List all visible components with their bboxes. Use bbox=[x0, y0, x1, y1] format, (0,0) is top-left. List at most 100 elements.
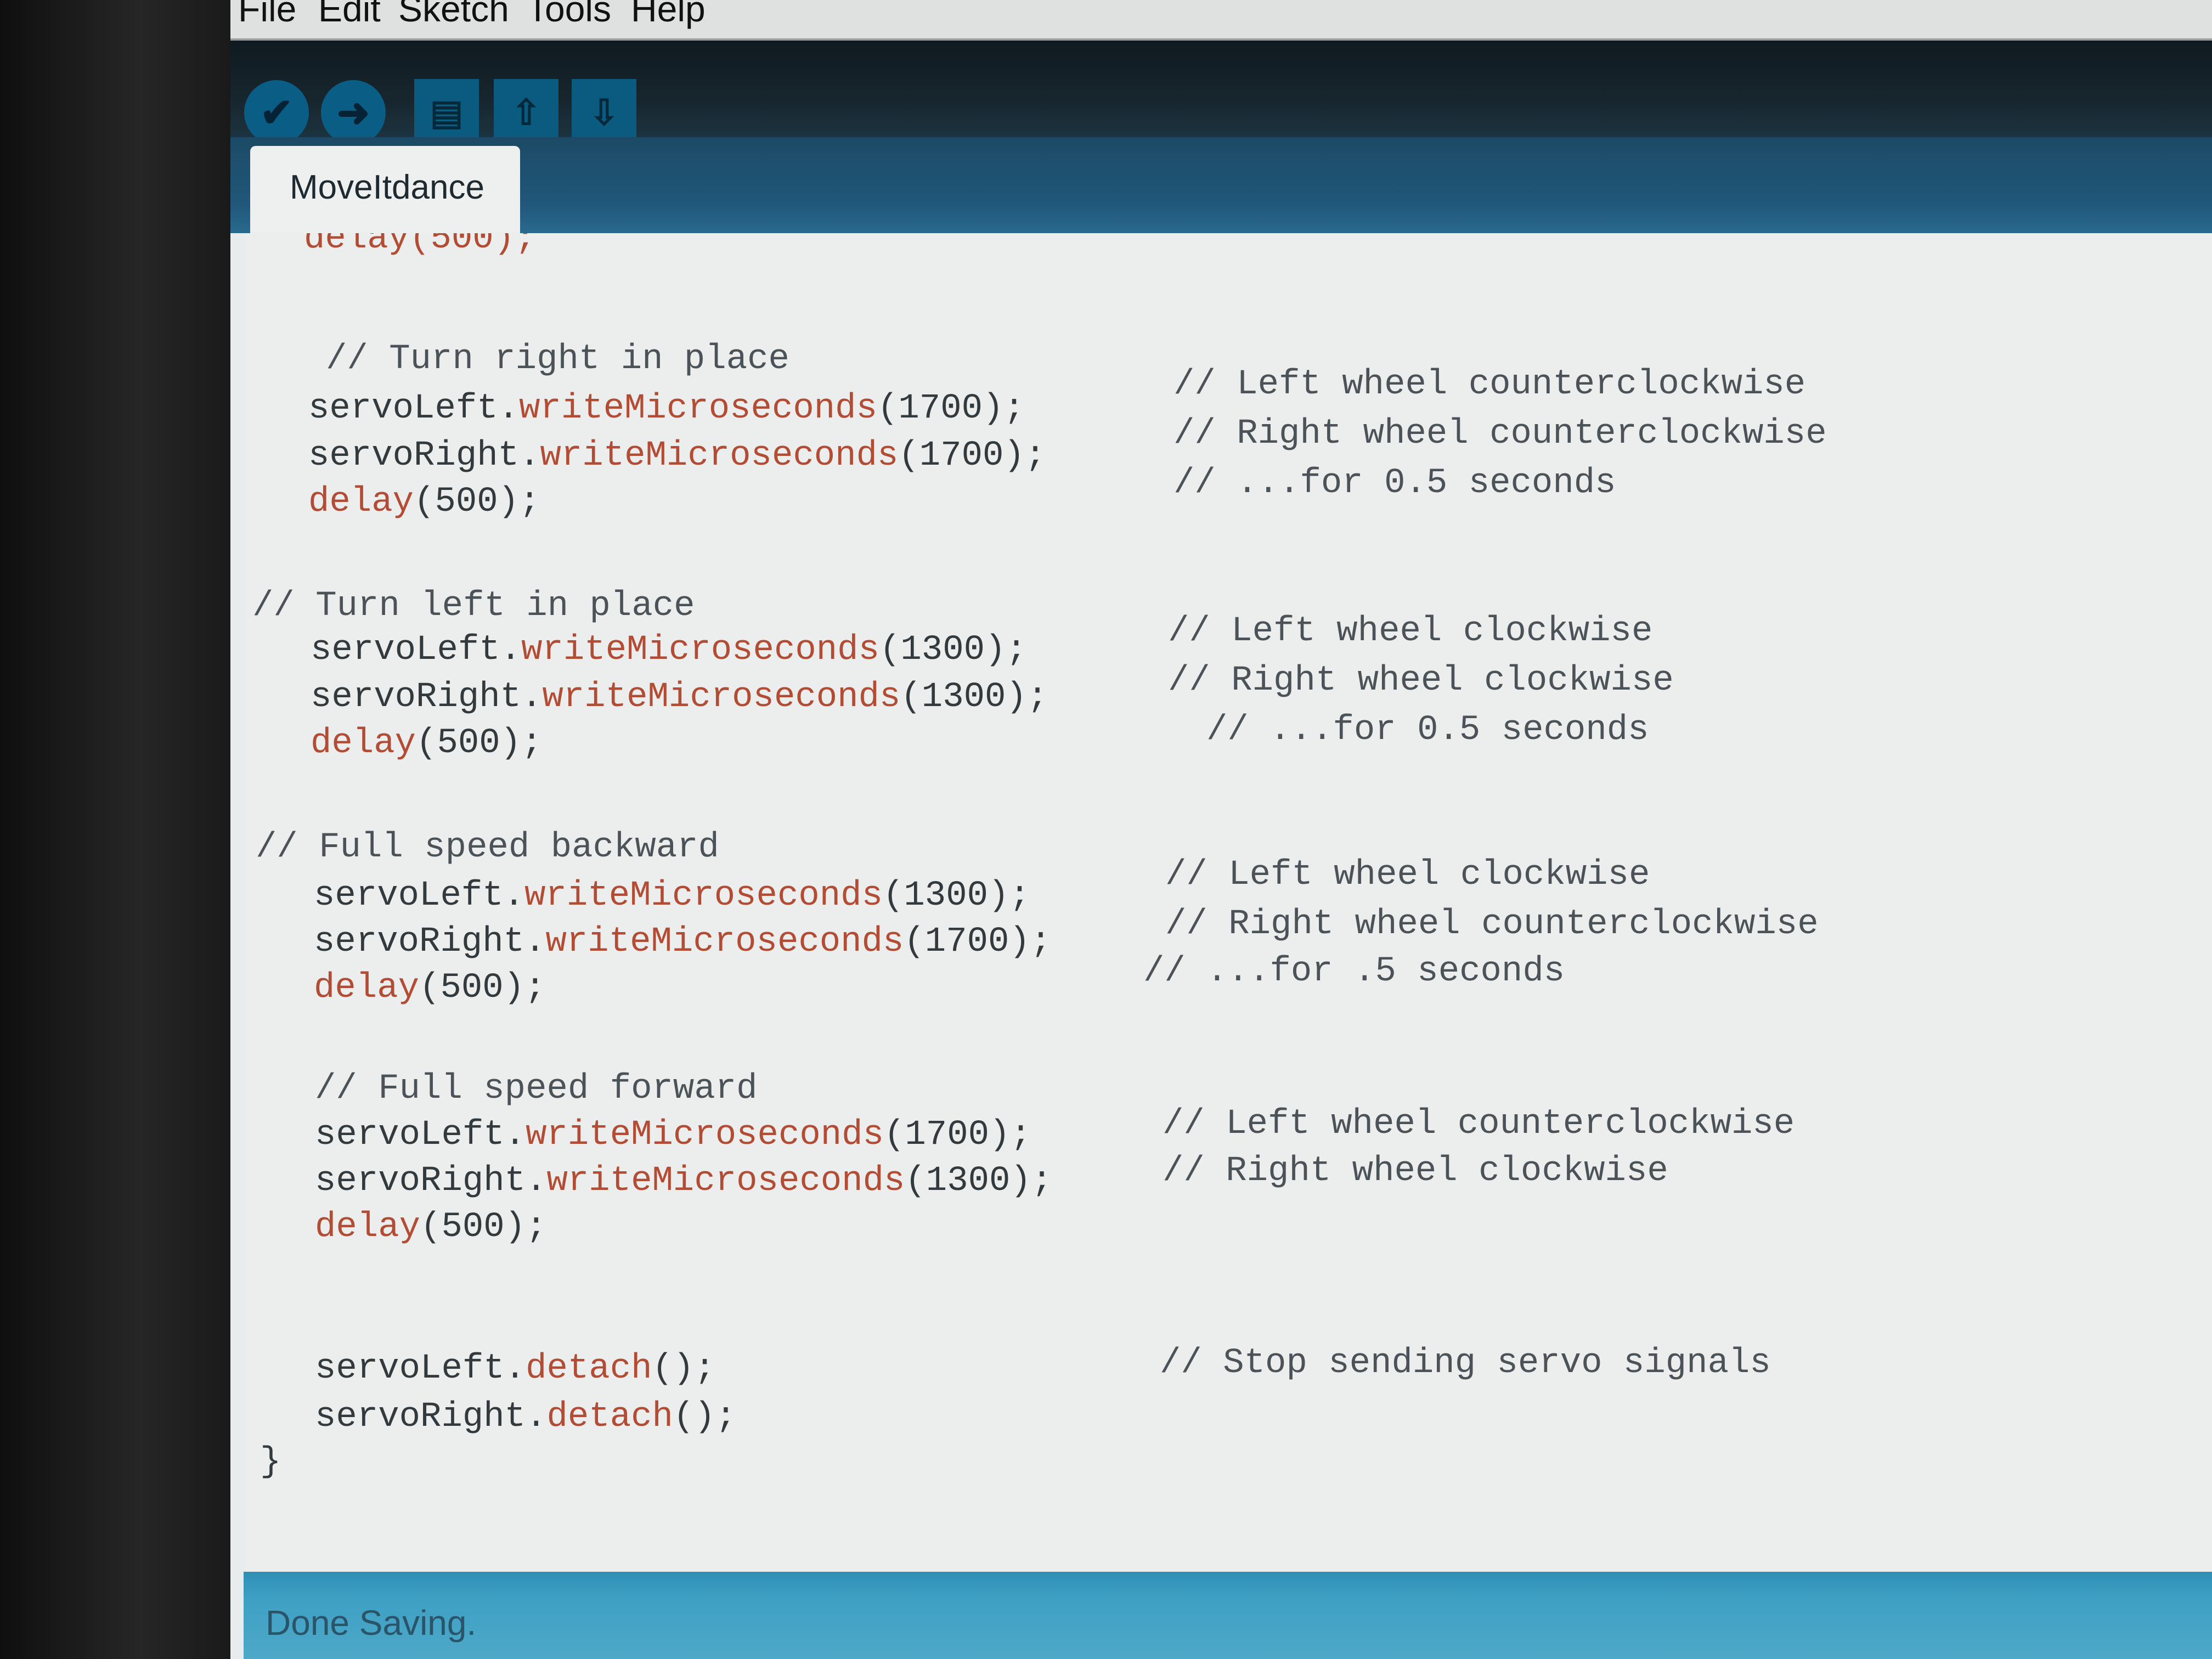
code-token: (1700); bbox=[877, 389, 1025, 428]
arrow-down-icon: ⇩ bbox=[589, 92, 619, 132]
code-line: servoLeft.detach(); bbox=[315, 1347, 715, 1391]
code-line: servoRight.writeMicroseconds(1700); bbox=[314, 920, 1051, 964]
code-line: // Full speed backward bbox=[256, 826, 719, 870]
menu-bar: File Edit Sketch Tools Help bbox=[230, 0, 2212, 41]
verify-button[interactable]: ✔ bbox=[244, 80, 309, 145]
code-function-token: delay(500); bbox=[304, 233, 536, 258]
check-icon: ✔ bbox=[259, 91, 294, 135]
tab-label: MoveItdance bbox=[290, 168, 484, 206]
code-function-token: writeMicroseconds bbox=[524, 876, 883, 916]
code-line: delay(500); bbox=[308, 480, 540, 524]
code-token: servoLeft. bbox=[315, 1115, 526, 1155]
code-token: (1700); bbox=[904, 922, 1052, 962]
code-token: (500); bbox=[420, 1207, 547, 1247]
code-function-token: writeMicroseconds bbox=[526, 1115, 884, 1155]
new-sketch-button[interactable]: ▤ bbox=[414, 79, 479, 146]
code-token: (1300); bbox=[882, 876, 1030, 916]
comment-line: // ...for 0.5 seconds bbox=[1206, 710, 1649, 750]
code-token: (1700); bbox=[898, 436, 1046, 476]
comment-line: // Stop sending servo signals bbox=[1160, 1344, 1771, 1383]
code-line: servoLeft.writeMicroseconds(1700); bbox=[308, 387, 1025, 431]
code-line: servoRight.writeMicroseconds(1700); bbox=[308, 434, 1046, 478]
comment-line: // Right wheel counterclockwise bbox=[1173, 414, 1827, 454]
code-line: servoRight.detach(); bbox=[315, 1395, 736, 1439]
status-message: Done Saving. bbox=[266, 1603, 477, 1643]
code-function-token: writeMicroseconds bbox=[546, 1161, 905, 1201]
save-sketch-button[interactable]: ⇩ bbox=[572, 79, 636, 146]
code-editor[interactable]: delay(500);// Turn right in place servoLe… bbox=[244, 233, 2212, 1572]
code-token: (1300); bbox=[900, 678, 1048, 717]
comment-line: // Right wheel clockwise bbox=[1163, 1152, 1668, 1191]
code-comment-token: // Turn right in place bbox=[326, 340, 789, 379]
open-sketch-button[interactable]: ⇧ bbox=[494, 79, 558, 146]
code-line: servoLeft.writeMicroseconds(1700); bbox=[315, 1113, 1031, 1157]
comment-line: // ...for .5 seconds bbox=[1143, 952, 1565, 991]
code-line: delay(500); bbox=[304, 233, 535, 261]
code-line: // Full speed forward bbox=[315, 1067, 758, 1111]
code-line: delay(500); bbox=[311, 721, 542, 765]
comment-line: // Right wheel counterclockwise bbox=[1165, 905, 1819, 944]
code-token: (1300); bbox=[905, 1161, 1053, 1201]
code-token: servoLeft. bbox=[308, 389, 520, 428]
comment-line: // Left wheel counterclockwise bbox=[1163, 1104, 1795, 1144]
code-function-token: delay bbox=[311, 724, 416, 763]
code-token: servoRight. bbox=[311, 678, 543, 717]
code-function-token: delay bbox=[315, 1207, 421, 1247]
code-token: (); bbox=[673, 1397, 737, 1437]
code-token: (500); bbox=[416, 724, 543, 763]
code-line: // Turn right in place bbox=[326, 337, 789, 381]
code-line: servoRight.writeMicroseconds(1300); bbox=[311, 675, 1048, 719]
menu-tools[interactable]: Tools bbox=[527, 0, 611, 30]
menu-edit[interactable]: Edit bbox=[318, 0, 381, 30]
menu-sketch[interactable]: Sketch bbox=[398, 0, 509, 30]
menu-help[interactable]: Help bbox=[631, 0, 706, 30]
code-comment-token: // Full speed backward bbox=[256, 828, 719, 867]
code-function-token: writeMicroseconds bbox=[521, 630, 879, 670]
code-line: servoRight.writeMicroseconds(1300); bbox=[315, 1159, 1052, 1203]
code-line: // Turn left in place bbox=[252, 584, 695, 628]
arduino-ide-window: File Edit Sketch Tools Help ✔ ➜ ▤ ⇧ ⇩ Mo… bbox=[230, 0, 2212, 1659]
code-token: servoLeft. bbox=[314, 876, 525, 916]
comment-line: // Left wheel clockwise bbox=[1165, 855, 1650, 895]
code-function-token: writeMicroseconds bbox=[542, 678, 901, 717]
code-token: servoRight. bbox=[308, 436, 540, 476]
code-token: servoLeft. bbox=[311, 630, 522, 670]
comment-line: // Right wheel clockwise bbox=[1168, 661, 1674, 701]
tab-moveitdance[interactable]: MoveItdance bbox=[250, 146, 520, 233]
status-bar: Done Saving. bbox=[244, 1572, 2212, 1659]
code-token: } bbox=[260, 1442, 281, 1482]
code-function-token: writeMicroseconds bbox=[540, 436, 899, 476]
code-token: servoLeft. bbox=[315, 1349, 526, 1389]
code-function-token: detach bbox=[546, 1397, 673, 1437]
code-line: delay(500); bbox=[315, 1205, 546, 1249]
code-comment-token: // Turn left in place bbox=[252, 586, 695, 626]
code-token: servoRight. bbox=[315, 1161, 547, 1201]
code-token: (500); bbox=[419, 968, 546, 1008]
code-comment-token: // Full speed forward bbox=[315, 1069, 758, 1109]
code-function-token: writeMicroseconds bbox=[519, 389, 877, 428]
comment-line: // Left wheel clockwise bbox=[1168, 612, 1653, 651]
toolbar: ✔ ➜ ▤ ⇧ ⇩ bbox=[230, 41, 2212, 146]
code-line: servoLeft.writeMicroseconds(1300); bbox=[314, 874, 1030, 918]
comment-line: // ...for 0.5 seconds bbox=[1173, 464, 1616, 503]
code-token: (); bbox=[652, 1349, 715, 1389]
document-icon: ▤ bbox=[430, 92, 464, 132]
code-token: (1700); bbox=[883, 1115, 1031, 1155]
code-line: delay(500); bbox=[314, 966, 545, 1010]
code-token: servoRight. bbox=[315, 1397, 547, 1437]
menu-file[interactable]: File bbox=[238, 0, 296, 30]
arrow-right-icon: ➜ bbox=[336, 91, 370, 135]
code-function-token: detach bbox=[526, 1349, 652, 1389]
monitor-bezel bbox=[0, 0, 230, 1659]
code-function-token: writeMicroseconds bbox=[545, 922, 904, 962]
code-token: servoRight. bbox=[314, 922, 546, 962]
code-token: (500); bbox=[414, 482, 540, 522]
code-line: } bbox=[260, 1440, 281, 1484]
code-function-token: delay bbox=[314, 968, 420, 1008]
code-token: (1300); bbox=[879, 630, 1027, 670]
upload-button[interactable]: ➜ bbox=[321, 80, 386, 145]
arrow-up-icon: ⇧ bbox=[511, 92, 541, 132]
code-line: servoLeft.writeMicroseconds(1300); bbox=[311, 628, 1027, 672]
code-function-token: delay bbox=[308, 482, 414, 522]
comment-line: // Left wheel counterclockwise bbox=[1173, 365, 1806, 404]
